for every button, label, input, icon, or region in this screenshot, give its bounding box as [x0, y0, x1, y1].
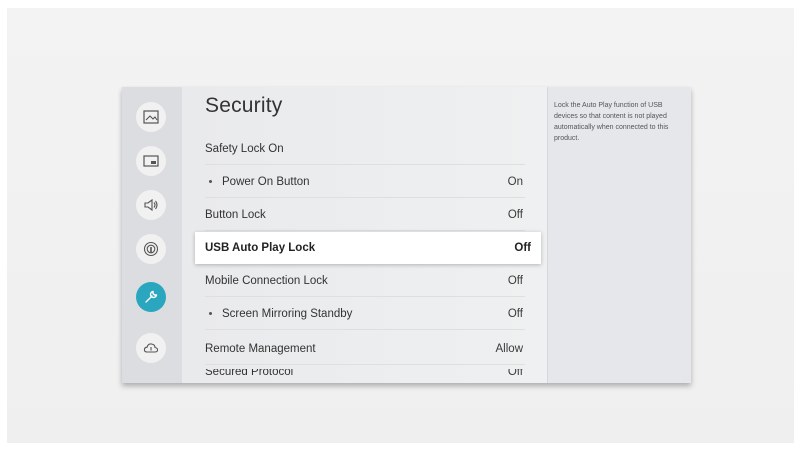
- network-icon[interactable]: [136, 234, 166, 264]
- menu-item-remote-management[interactable]: Remote Management Allow: [205, 333, 525, 365]
- bullet-icon: [209, 312, 212, 315]
- menu-item-label: USB Auto Play Lock: [205, 242, 316, 254]
- page-title: Security: [205, 94, 283, 117]
- category-rail: [122, 87, 182, 383]
- menu-item-screen-mirroring-standby[interactable]: Screen Mirroring Standby Off: [205, 298, 525, 330]
- menu-item-value: Off: [507, 274, 523, 287]
- menu-item-button-lock[interactable]: Button Lock Off: [205, 199, 525, 231]
- menu-item-safety-lock[interactable]: Safety Lock On: [205, 133, 525, 165]
- menu-item-value: On: [507, 175, 523, 188]
- menu-item-value: Off: [507, 208, 523, 221]
- menu-item-label: Safety Lock On: [205, 142, 284, 155]
- menu-item-value: Allow: [495, 342, 523, 355]
- menu-item-label: Screen Mirroring Standby: [222, 307, 353, 320]
- picture-icon[interactable]: [136, 102, 166, 132]
- wrench-icon[interactable]: [136, 282, 166, 312]
- help-text: Lock the Auto Play function of USB devic…: [554, 102, 669, 142]
- menu-item-label: Secured Protocol: [205, 369, 294, 378]
- menu-item-label: Remote Management: [205, 342, 316, 355]
- settings-panel: Security Safety Lock On Power On Button …: [122, 87, 691, 383]
- security-menu: Security Safety Lock On Power On Button …: [182, 87, 547, 383]
- menu-item-value: Off: [514, 242, 531, 254]
- menu-item-label: Button Lock: [205, 208, 266, 221]
- menu-item-label: Power On Button: [222, 175, 310, 188]
- menu-item-label: Mobile Connection Lock: [205, 274, 328, 287]
- menu-item-value: Off: [507, 369, 523, 378]
- menu-item-value: Off: [507, 307, 523, 320]
- cloud-icon[interactable]: [136, 333, 166, 363]
- menu-item-power-on-button[interactable]: Power On Button On: [205, 166, 525, 198]
- menu-item-usb-auto-play-lock[interactable]: USB Auto Play Lock Off: [195, 232, 541, 264]
- menu-item-secured-protocol[interactable]: Secured Protocol Off: [205, 369, 525, 383]
- speaker-icon[interactable]: [136, 190, 166, 220]
- menu-item-mobile-connection-lock[interactable]: Mobile Connection Lock Off: [205, 265, 525, 297]
- bullet-icon: [209, 180, 212, 183]
- help-panel: Lock the Auto Play function of USB devic…: [547, 87, 691, 383]
- screen-icon[interactable]: [136, 146, 166, 176]
